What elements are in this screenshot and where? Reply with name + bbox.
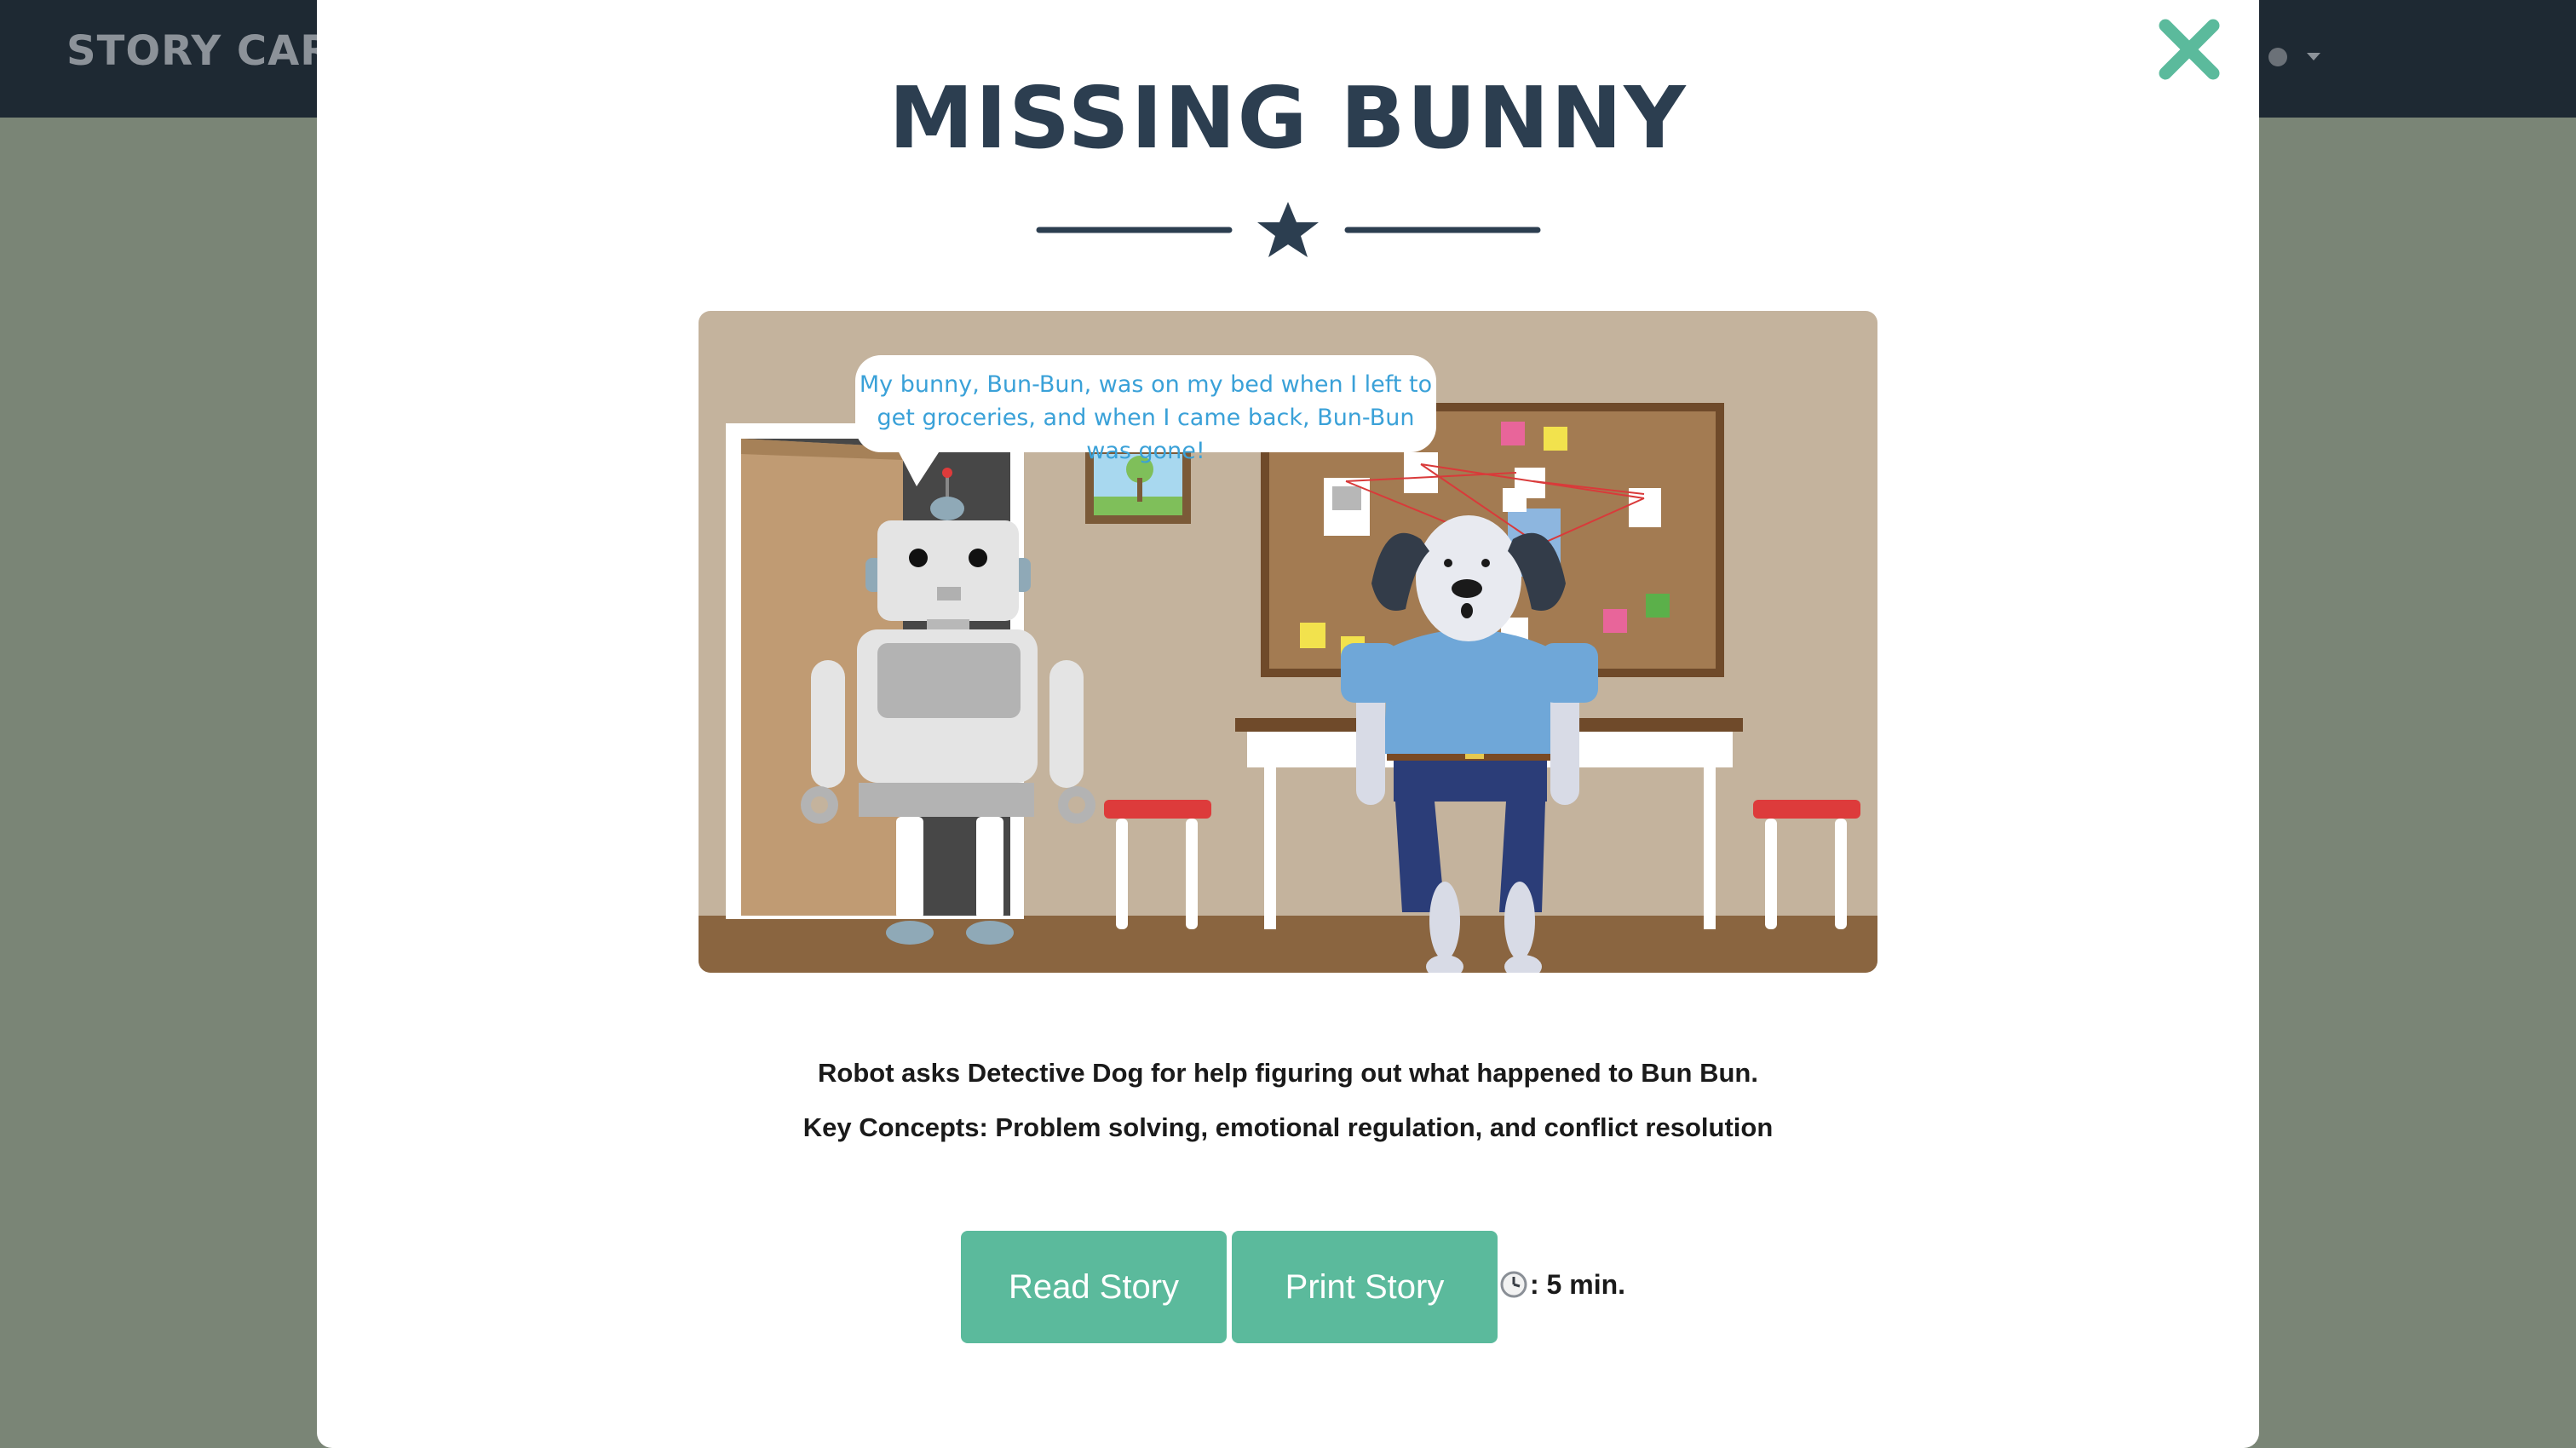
read-story-button[interactable]: Read Story [961, 1231, 1227, 1343]
star-icon [1257, 202, 1319, 257]
story-title: MISSING BUNNY [888, 68, 1688, 168]
print-story-button[interactable]: Print Story [1232, 1231, 1498, 1343]
speech-bubble-text: My bunny, Bun-Bun, was on my bed when I … [859, 371, 1433, 464]
duration-label: : 5 min. [1530, 1268, 1626, 1300]
story-description: Robot asks Detective Dog for help figuri… [818, 1058, 1758, 1088]
title-divider [1036, 202, 1541, 257]
clock-icon [1500, 1271, 1527, 1298]
key-concepts: Key Concepts: Problem solving, emotional… [802, 1112, 1774, 1142]
story-duration: : 5 min. [1499, 1267, 1625, 1301]
